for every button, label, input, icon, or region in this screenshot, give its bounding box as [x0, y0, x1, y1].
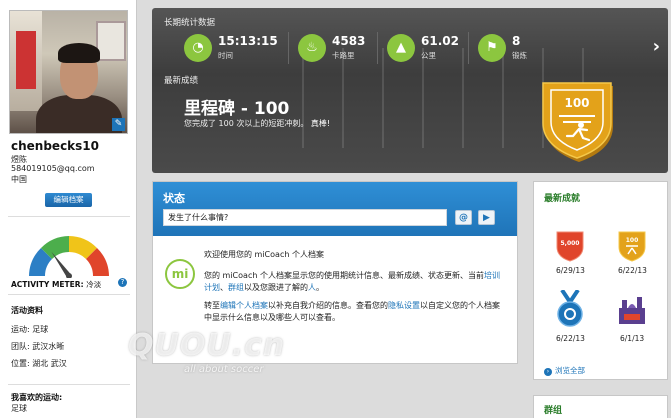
stat-calories-label: 卡路里	[332, 51, 355, 60]
favorite-sport-title: 我喜欢的运动:	[11, 393, 63, 402]
stat-calories-value: 4583	[332, 34, 366, 48]
intro-text-3: 以及您跟进了解的	[244, 283, 308, 292]
groups-title: 群组	[544, 406, 563, 416]
red-shield-badge-icon[interactable]: 5,000	[556, 230, 584, 262]
badge-number: 100	[564, 96, 589, 110]
avatar-bg-sign	[16, 31, 36, 89]
latest-achievement-title: 最新成绩	[164, 76, 199, 86]
watermark-slogan: all about soccer	[184, 364, 264, 375]
stat-separator	[377, 32, 378, 64]
avatar-hair	[58, 43, 100, 63]
divider	[8, 384, 130, 385]
username: chenbecks10	[11, 139, 100, 153]
country: 中国	[11, 175, 27, 184]
micoach-logo-icon: mi	[165, 259, 195, 289]
milestone-title: 里程碑 - 100	[184, 99, 290, 119]
arrow-right-icon: ›	[544, 368, 552, 376]
stat-distance-label: 公里	[421, 51, 436, 60]
badge-date: 6/29/13	[556, 266, 585, 275]
status-input[interactable]	[163, 209, 447, 226]
stat-separator	[468, 32, 469, 64]
milestone-description: 您完成了 100 次以上的短距冲刺。 真棒!	[184, 118, 330, 129]
view-all-label: 浏览全部	[555, 366, 585, 375]
edit-profile-button[interactable]: 编辑档案	[45, 193, 92, 207]
stat-distance-value: 61.02	[421, 34, 459, 48]
medal-ribbon	[560, 290, 580, 306]
chevron-right-icon[interactable]: ›	[653, 36, 660, 57]
badge-date: 6/22/13	[618, 266, 647, 275]
activity-meter-title: ACTIVITY METER:	[11, 280, 84, 289]
intro-text-2: 、	[220, 283, 228, 292]
welcome-text: 欢迎使用您的 miCoach 个人档案	[204, 250, 324, 259]
milestone-cheer: 真棒!	[310, 119, 331, 128]
badge-date: 6/22/13	[556, 334, 585, 343]
intro-text-1: 您的 miCoach 个人档案显示您的使用期统计信息、最新成绩、状态更新、当前	[204, 271, 484, 280]
medal-disc	[557, 301, 583, 327]
divider	[8, 216, 130, 217]
edit-profile-link[interactable]: 编辑个人档案	[220, 301, 268, 310]
intro-text-4: 。	[316, 283, 324, 292]
status-title: 状态	[163, 192, 185, 205]
stat-time-label: 时间	[218, 51, 233, 60]
recent-achievements-panel: 最新成就 5,000 6/29/13 100 6/22/13 6/22/13 6…	[533, 181, 668, 380]
city-train	[624, 314, 640, 320]
favorite-sport-value: 足球	[11, 404, 27, 413]
city-badge-icon[interactable]	[618, 294, 646, 326]
flame-icon: ♨	[298, 34, 326, 62]
city-tower-left	[622, 300, 627, 312]
activity-meter-value: 冷淡	[86, 280, 102, 289]
groups-panel: 群组	[533, 395, 668, 418]
recent-achievements-title: 最新成就	[544, 194, 581, 204]
post-status-button[interactable]: ▶	[478, 210, 495, 225]
groups-link[interactable]: 群组	[228, 283, 244, 292]
avatar-body	[36, 95, 122, 133]
privacy-settings-link[interactable]: 隐私设置	[388, 301, 420, 310]
email: 584019105@qq.com	[11, 164, 95, 173]
people-link[interactable]: 人	[308, 283, 316, 292]
gold-badge-text: 100	[626, 237, 639, 244]
view-all-link[interactable]: › 浏览全部	[544, 365, 585, 376]
activity-meter-label: ACTIVITY METER: 冷淡	[11, 279, 101, 290]
info-team: 团队: 武汉水晰	[11, 342, 65, 351]
status-header: 状态 @ ▶	[153, 182, 517, 236]
city-tower-right	[637, 297, 642, 312]
stat-workouts-value: 8	[512, 34, 521, 48]
milestone-badge-icon[interactable]: 100	[537, 80, 621, 166]
lifetime-stats-panel: 长期统计数据 ◔ 15:13:15 时间 ♨ 4583 卡路里 ▲ 61.02 …	[152, 8, 668, 173]
status-panel: 状态 @ ▶ mi 欢迎使用您的 miCoach 个人档案 您的 miCoach…	[152, 181, 518, 364]
edit-hint-paragraph: 转至编辑个人档案以补充自我介绍的信息。查看您的隐私设置以自定义您的个人档案中显示…	[204, 300, 504, 324]
activity-gauge	[29, 236, 109, 278]
stat-time-value: 15:13:15	[218, 34, 278, 48]
hint-text-2: 以补充自我介绍的信息。查看您的	[268, 301, 388, 310]
runner-icon: ⚑	[478, 34, 506, 62]
blue-medal-badge-icon[interactable]	[556, 290, 584, 330]
avatar[interactable]: ✎	[9, 10, 128, 134]
gold-shield-badge-icon[interactable]: 100	[618, 230, 646, 262]
help-icon[interactable]: ?	[118, 278, 127, 287]
activity-info-title: 活动资料	[11, 306, 43, 315]
stats-title: 长期统计数据	[164, 18, 216, 28]
info-location: 位置: 湖北 武汉	[11, 359, 67, 368]
stat-separator	[288, 32, 289, 64]
stat-workouts-label: 锻炼	[512, 51, 527, 60]
divider	[8, 294, 130, 295]
milestone-desc-text: 您完成了 100 次以上的短距冲刺。	[184, 119, 309, 128]
mention-button[interactable]: @	[455, 210, 472, 225]
avatar-bg-window	[96, 21, 126, 61]
badge-runner-head	[578, 122, 584, 128]
stopwatch-icon: ◔	[184, 34, 212, 62]
pencil-icon[interactable]: ✎	[112, 118, 125, 131]
badge-date: 6/1/13	[620, 334, 645, 343]
info-sport: 运动: 足球	[11, 325, 49, 334]
intro-paragraph: 您的 miCoach 个人档案显示您的使用期统计信息、最新成绩、状态更新、当前培…	[204, 270, 504, 294]
hint-text-1: 转至	[204, 301, 220, 310]
road-icon: ▲	[387, 34, 415, 62]
city-dome	[628, 304, 636, 308]
profile-sidebar: ✎ chenbecks10 煜陈 584019105@qq.com 中国 编辑档…	[0, 0, 137, 418]
red-badge-text: 5,000	[561, 240, 580, 247]
